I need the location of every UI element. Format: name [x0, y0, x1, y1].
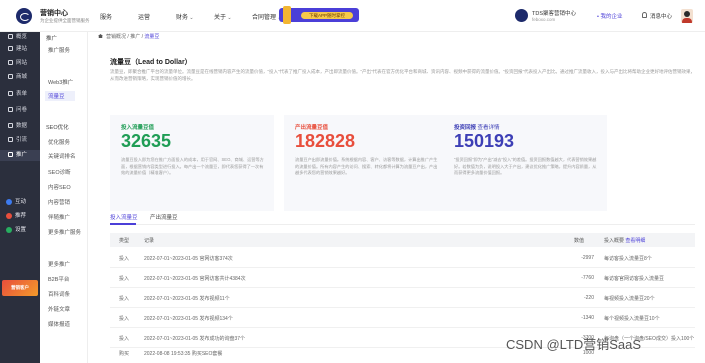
promotion-icon: [8, 152, 13, 157]
form-icon: [8, 91, 13, 96]
download-app-banner[interactable]: 下载APP随时掌控: [279, 6, 359, 24]
stat-value: 32635: [121, 131, 172, 151]
company-name: TDS聚客营销中心: [532, 11, 577, 17]
table-row: 投入 2022-07-01~2023-01-05 发布视频11个 -220 每视…: [110, 288, 695, 308]
survey-icon: [8, 107, 13, 112]
subnav-item-1[interactable]: 关键词排名: [48, 152, 76, 160]
sidebar-item-build[interactable]: 建站: [0, 44, 40, 55]
message-center-link[interactable]: 消息中心: [650, 12, 672, 20]
dashboard-icon: [8, 34, 13, 39]
stat-label: 投入流量豆值: [121, 125, 155, 131]
bell-icon[interactable]: [642, 12, 647, 18]
stat-description: “投资回报”即为“产出”减去“投入”的差值。投资回报数值越大，代表营销效果越好。…: [454, 157, 597, 175]
top-bar: 营销中心 为企业提供全面营销服务 服务 运营 财务 关于 合同管理 下载APP随…: [0, 0, 705, 32]
subnav-item-6[interactable]: 更多推广服务: [48, 228, 81, 236]
tab-bar: 投入流量豆 产出流量豆: [110, 211, 695, 225]
cart-icon: [8, 74, 13, 79]
subnav-item-10[interactable]: 外链文章: [48, 305, 70, 313]
my-enterprise-link[interactable]: • 我的企业: [597, 12, 622, 20]
sidebar-item-traffic[interactable]: 引流: [0, 135, 40, 146]
breadcrumb-current: 流量豆: [144, 34, 160, 40]
interaction-icon: [6, 199, 12, 205]
subnav-item-traffic-beans[interactable]: 流量豆: [45, 91, 75, 101]
stat-card-input: 投入流量豆值 32635 流量豆投入即为您在推广方面投入的成本，用于官网、SEO…: [110, 115, 274, 211]
sidebar-item-forms[interactable]: 表单: [0, 89, 40, 100]
tab-output-beans[interactable]: 产出流量豆: [150, 213, 178, 221]
stat-label: 投资回报 查看详情: [454, 125, 500, 131]
subnav-item-0[interactable]: 优化服务: [48, 138, 70, 146]
sidebar-promo-banner[interactable]: 营销客户: [2, 280, 38, 296]
recommend-icon: [6, 213, 12, 219]
subnav-item-5[interactable]: 伴随推广: [48, 213, 70, 221]
subnav-group-seo: SEO优化: [46, 125, 69, 131]
main-panel: 流量豆（Lead to Dollar） 流量豆，即聚合推广平台的流量单位。流量豆…: [98, 43, 698, 363]
stat-description: 流量豆产出即流量价值。系统根据内容、客户、访客等数据，计算出推广产生的流量价值。…: [295, 157, 438, 175]
breadcrumb-parent[interactable]: 推广: [130, 34, 140, 40]
top-nav-operations[interactable]: 运营: [138, 12, 176, 21]
sidebar-item-interaction[interactable]: 互动: [15, 197, 26, 205]
website-icon: [8, 60, 13, 65]
watermark: CSDN @LTD营销SaaS: [506, 337, 642, 352]
table-header: 类型 记录 数值 投入概要 查看明细: [110, 233, 695, 247]
table-row: 投入 2022-07-01~2023-01-05 官网访客374次 -2997 …: [110, 248, 695, 268]
company-domain: feboxo.com: [532, 17, 556, 22]
phone-icon: [283, 6, 291, 24]
stat-description: 流量豆投入即为您在推广方面投入的成本，用于官网、SEO、商城、运营等方面，根据营…: [121, 157, 264, 175]
brand-title: 营销中心: [40, 10, 68, 17]
sidebar-item-promotion[interactable]: 推广: [0, 150, 40, 161]
th-remark: 投入概要 查看明细: [604, 238, 646, 244]
breadcrumb: 营销概况 / 推广 / 流量豆: [98, 33, 159, 40]
chart-icon: [8, 123, 13, 128]
page-title: 流量豆（Lead to Dollar）: [110, 59, 192, 66]
home-icon[interactable]: [98, 34, 103, 38]
tab-input-beans[interactable]: 投入流量豆: [110, 213, 138, 221]
avatar[interactable]: [681, 9, 693, 23]
traffic-icon: [8, 137, 13, 142]
sidebar-item-website[interactable]: 网站: [0, 58, 40, 69]
brand-subtitle: 为企业提供全面营销服务: [40, 18, 90, 23]
table-row: 投入 2022-07-01~2023-01-05 官网访客共计4384次 -77…: [110, 268, 695, 288]
table-row: 投入 2022-07-01~2023-01-05 发布视频134个 -1340 …: [110, 308, 695, 328]
subnav-item-4[interactable]: 内容营销: [48, 198, 70, 206]
th-type: 类型: [119, 238, 130, 244]
main-sidebar: 概览 建站 网站 商城 表单 问卷 数据 引流 推广 互动 推荐 设置 营销客户: [0, 32, 40, 363]
subnav-item-promotion-service[interactable]: 推广服务: [48, 46, 70, 54]
company-logo-icon: [515, 9, 528, 22]
top-nav: 服务 运营 财务 关于 合同管理: [100, 12, 290, 21]
stat-value: 182828: [295, 131, 356, 151]
settings-icon: [6, 227, 12, 233]
subnav-item-8[interactable]: B2B平台: [48, 275, 69, 283]
stat-value: 150193: [454, 131, 515, 151]
th-record: 记录: [144, 238, 155, 244]
subnav-item-7[interactable]: 更多推广: [48, 260, 70, 268]
subnav-item-web3[interactable]: Web3推广: [48, 78, 73, 86]
sidebar-item-overview[interactable]: 概览: [0, 32, 40, 43]
top-nav-finance[interactable]: 财务: [176, 12, 214, 21]
view-detail-link[interactable]: 查看明细: [625, 238, 645, 244]
sidebar-item-data[interactable]: 数据: [0, 121, 40, 132]
th-amount: 数值: [574, 238, 585, 244]
page-intro: 流量豆，即聚合推广平台的流量单位。流量豆是在线营销内容产生的流量价值，“投入”代…: [110, 69, 695, 81]
brand-logo-icon[interactable]: [16, 8, 32, 24]
stat-card-output: 产出流量豆值 182828 流量豆产出即流量价值。系统根据内容、客户、访客等数据…: [284, 115, 448, 211]
subnav-item-9[interactable]: 百科词条: [48, 290, 70, 298]
subnav-item-3[interactable]: 内容SEO: [48, 183, 71, 191]
sidebar-item-settings[interactable]: 设置: [15, 225, 26, 233]
build-icon: [8, 46, 13, 51]
breadcrumb-home[interactable]: 营销概况: [106, 34, 126, 40]
subnav-item-2[interactable]: SEO诊断: [48, 168, 71, 176]
sub-sidebar: 推广 推广服务 Web3推广 流量豆 SEO优化 优化服务 关键词排名 SEO诊…: [40, 32, 88, 363]
sidebar-item-mall[interactable]: 商城: [0, 72, 40, 83]
top-nav-about[interactable]: 关于: [214, 12, 252, 21]
subnav-group-promotion: 推广: [46, 36, 58, 42]
download-app-label: 下载APP随时掌控: [301, 12, 353, 19]
subnav-item-11[interactable]: 媒体报道: [48, 320, 70, 328]
tab-active-indicator: [110, 223, 136, 225]
top-nav-services[interactable]: 服务: [100, 12, 138, 21]
sidebar-item-survey[interactable]: 问卷: [0, 105, 40, 116]
sidebar-item-recommend[interactable]: 推荐: [15, 211, 26, 219]
stat-card-roi: 投资回报 查看详情 150193 “投资回报”即为“产出”减去“投入”的差值。投…: [443, 115, 607, 211]
stat-label: 产出流量豆值: [295, 125, 329, 131]
